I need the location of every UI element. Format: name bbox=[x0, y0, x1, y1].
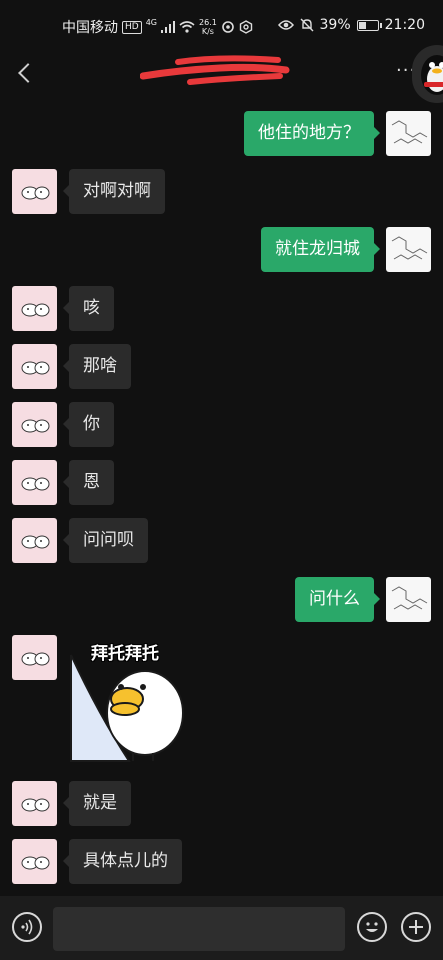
back-chevron-icon[interactable] bbox=[12, 58, 42, 88]
message-bubble[interactable]: 问什么 bbox=[295, 577, 380, 622]
hd-badge: HD bbox=[122, 20, 142, 34]
my-avatar[interactable] bbox=[386, 227, 431, 272]
floating-avatar[interactable] bbox=[412, 45, 443, 103]
bear-sticker-avatar-icon bbox=[21, 535, 50, 549]
molecule-avatar-icon bbox=[391, 586, 428, 610]
my-avatar[interactable] bbox=[386, 577, 431, 622]
smile-glyph bbox=[366, 922, 378, 932]
bear-sticker-avatar-icon bbox=[21, 186, 50, 200]
contact-avatar[interactable] bbox=[12, 169, 57, 214]
net-speed-value: 26.1 bbox=[199, 18, 217, 27]
voice-icon[interactable] bbox=[12, 912, 42, 942]
mute-bell-icon bbox=[300, 18, 314, 32]
bear-sticker-avatar-icon bbox=[21, 419, 50, 433]
wifi-icon bbox=[179, 21, 195, 33]
message-bubble[interactable]: 你 bbox=[63, 402, 114, 447]
contact-avatar[interactable] bbox=[12, 460, 57, 505]
molecule-avatar-icon bbox=[391, 120, 428, 144]
clock: 21:20 bbox=[384, 17, 425, 33]
duck-sticker[interactable]: 拜托拜托 bbox=[69, 635, 189, 765]
contact-avatar[interactable] bbox=[12, 518, 57, 563]
bear-sticker-avatar-icon bbox=[21, 361, 50, 375]
message-bubble[interactable]: 那啥 bbox=[63, 344, 131, 389]
plus-icon[interactable] bbox=[401, 912, 431, 942]
net-speed: 26.1 K/s bbox=[199, 18, 217, 36]
status-left: 中国移动 HD 4G 26.1 K/s bbox=[62, 17, 253, 37]
status-bar: 中国移动 HD 4G 26.1 K/s 39% 21:20 bbox=[0, 0, 443, 52]
net-speed-unit: K/s bbox=[201, 27, 214, 36]
carrier-name: 中国移动 bbox=[62, 20, 118, 36]
message-bubble[interactable]: 他住的地方？ bbox=[244, 111, 380, 156]
network-type: 4G bbox=[145, 17, 157, 27]
molecule-avatar-icon bbox=[391, 236, 428, 260]
redacted-title bbox=[140, 55, 290, 85]
contact-avatar[interactable] bbox=[12, 402, 57, 447]
bear-sticker-avatar-icon bbox=[21, 798, 50, 812]
battery-percent: 39% bbox=[319, 17, 351, 33]
battery-icon bbox=[356, 19, 382, 31]
chat-header: ··· bbox=[0, 45, 443, 103]
message-bubble[interactable]: 就住龙归城 bbox=[261, 227, 380, 272]
bear-sticker-avatar-icon bbox=[21, 303, 50, 317]
settings-icon bbox=[239, 20, 253, 34]
message-bubble[interactable]: 就是 bbox=[63, 781, 131, 826]
penguin-icon bbox=[421, 55, 443, 95]
message-bubble[interactable]: 咳 bbox=[63, 286, 114, 331]
message-bubble[interactable]: 对啊对啊 bbox=[63, 169, 165, 214]
my-avatar[interactable] bbox=[386, 111, 431, 156]
bear-sticker-avatar-icon bbox=[21, 856, 50, 870]
sticker-caption: 拜托拜托 bbox=[91, 644, 159, 664]
sync-icon bbox=[222, 21, 234, 33]
contact-avatar[interactable] bbox=[12, 781, 57, 826]
contact-avatar[interactable] bbox=[12, 839, 57, 884]
eye-icon bbox=[277, 20, 294, 30]
input-bar bbox=[0, 896, 443, 960]
contact-avatar[interactable] bbox=[12, 286, 57, 331]
signal-icon bbox=[161, 21, 175, 33]
message-input[interactable] bbox=[53, 907, 345, 951]
status-right: 39% 21:20 bbox=[277, 17, 425, 33]
message-bubble[interactable]: 具体点儿的 bbox=[63, 839, 182, 884]
bear-sticker-avatar-icon bbox=[21, 652, 50, 666]
contact-avatar[interactable] bbox=[12, 344, 57, 389]
emoji-icon[interactable] bbox=[357, 912, 387, 942]
message-bubble[interactable]: 恩 bbox=[63, 460, 114, 505]
bear-sticker-avatar-icon bbox=[21, 477, 50, 491]
contact-avatar[interactable] bbox=[12, 635, 57, 680]
voice-wave-glyph bbox=[21, 919, 33, 935]
message-bubble[interactable]: 问问呗 bbox=[63, 518, 148, 563]
